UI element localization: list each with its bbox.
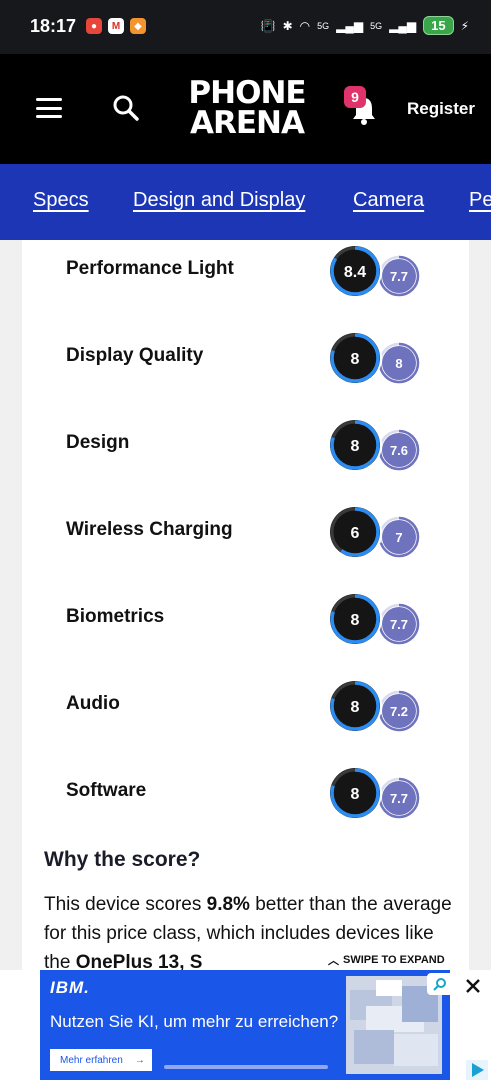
network-label-2: 5G	[370, 20, 383, 31]
rating-label: Performance Light	[66, 258, 234, 279]
review-scores-card: Performance Light 7.7 8.4 Display Quality 8 8…	[22, 240, 469, 1000]
signal-icon-2: ▂▄▆	[389, 18, 417, 33]
device-score-value: 8	[351, 786, 360, 803]
site-header: PHONE ARENA 9 Register	[0, 54, 491, 164]
arrow-right-icon: →	[134, 1054, 145, 1066]
device-score-badge: 8	[328, 418, 382, 472]
rating-label: Design	[66, 432, 130, 453]
device-score-value: 8	[351, 612, 360, 629]
section-tabs: Specs Design and Display Camera Pe	[0, 164, 491, 240]
device-score-badge: 8	[328, 331, 382, 385]
rating-label: Wireless Charging	[66, 519, 233, 540]
app-icon: ◆	[130, 18, 146, 34]
device-score-badge: 6	[328, 505, 382, 559]
ad-banner[interactable]: IBM. Nutzen Sie KI, um mehr zu erreichen…	[40, 970, 450, 1080]
screen: 18:17 ● M ◆ 📳 ✱ ◠ 5G ▂▄▆ 5G ▂▄▆ 15 ⚡ PHO…	[0, 0, 491, 1080]
charging-icon: ⚡	[460, 18, 469, 33]
average-score-value: 7.7	[390, 269, 408, 284]
ad-brand-logo: IBM.	[50, 978, 90, 997]
average-score-badge: 7.7	[378, 777, 420, 819]
average-score-badge: 7.7	[378, 255, 420, 297]
tab-design-and-display[interactable]: Design and Display	[133, 189, 305, 212]
device-score-value: 8	[351, 438, 360, 455]
rating-label: Audio	[66, 693, 120, 714]
rating-row: Wireless Charging 7 6	[22, 505, 469, 571]
rating-row: Performance Light 7.7 8.4	[22, 244, 469, 310]
logo-line-1: PHONE	[188, 75, 306, 111]
menu-icon[interactable]	[36, 98, 62, 118]
notification-badge: 9	[344, 86, 366, 108]
battery-level: 15	[423, 16, 454, 35]
why-score-title: Why the score?	[44, 848, 201, 871]
tab-camera[interactable]: Camera	[353, 189, 424, 212]
status-indicators: 📳 ✱ ◠ 5G ▂▄▆ 5G ▂▄▆ 15 ⚡	[261, 16, 469, 35]
ad-progress-bar	[164, 1065, 328, 1069]
why-text-prefix: This device scores	[44, 894, 207, 915]
average-score-value: 7.6	[390, 443, 408, 458]
device-score-badge: 8	[328, 679, 382, 733]
rating-label: Display Quality	[66, 345, 204, 366]
status-time: 18:17	[30, 16, 77, 36]
average-score-badge: 8	[378, 342, 420, 384]
swipe-label: SWIPE TO EXPAND	[343, 954, 445, 966]
rating-row: Biometrics 7.7 8	[22, 592, 469, 658]
tab-performance[interactable]: Pe	[469, 189, 491, 212]
signal-icon: ▂▄▆	[336, 18, 364, 33]
logo-line-2: ARENA	[190, 105, 305, 141]
ad-cta-label: Mehr erfahren	[60, 1054, 123, 1066]
average-score-badge: 7	[378, 516, 420, 558]
device-score-badge: 8.4	[328, 244, 382, 298]
ad-cta-button[interactable]: Mehr erfahren →	[50, 1049, 152, 1071]
device-score-badge: 8	[328, 766, 382, 820]
chrome-icon: ●	[86, 18, 102, 34]
average-score-badge: 7.6	[378, 429, 420, 471]
register-link[interactable]: Register	[407, 99, 475, 119]
vibrate-icon: 📳	[260, 18, 276, 33]
tab-specs[interactable]: Specs	[33, 189, 89, 212]
average-score-value: 7.7	[390, 617, 408, 632]
search-icon[interactable]	[112, 94, 140, 122]
average-score-value: 7.2	[390, 704, 408, 719]
rating-row: Display Quality 8 8	[22, 331, 469, 397]
ad-choices-icon[interactable]	[427, 973, 453, 995]
status-bar: 18:17 ● M ◆ 📳 ✱ ◠ 5G ▂▄▆ 5G ▂▄▆ 15 ⚡	[0, 0, 491, 54]
site-logo[interactable]: PHONE ARENA	[186, 78, 308, 142]
bluetooth-icon: ✱	[282, 18, 293, 33]
close-icon[interactable]	[464, 977, 482, 995]
chevron-up-icon: ︿	[328, 955, 339, 967]
average-score-value: 8	[395, 356, 402, 371]
device-score-value: 8.4	[344, 264, 366, 281]
device-score-value: 6	[351, 525, 360, 542]
average-score-value: 7	[395, 530, 402, 545]
swipe-to-expand[interactable]: ︿ SWIPE TO EXPAND	[324, 951, 449, 969]
average-score-badge: 7.2	[378, 690, 420, 732]
network-label: 5G	[317, 20, 330, 31]
device-score-badge: 8	[328, 592, 382, 646]
gmail-icon: M	[108, 18, 124, 34]
adchoices-play-icon[interactable]	[466, 1060, 488, 1080]
device-score-value: 8	[351, 699, 360, 716]
rating-row: Audio 7.2 8	[22, 679, 469, 745]
device-score-value: 8	[351, 351, 360, 368]
why-percent: 9.8%	[206, 894, 250, 915]
rating-label: Biometrics	[66, 606, 165, 627]
wifi-icon: ◠	[299, 18, 311, 33]
average-score-badge: 7.7	[378, 603, 420, 645]
status-app-icons: ● M ◆	[86, 18, 146, 34]
rating-row: Software 7.7 8	[22, 766, 469, 832]
rating-row: Design 7.6 8	[22, 418, 469, 484]
average-score-value: 7.7	[390, 791, 408, 806]
ad-headline: Nutzen Sie KI, um mehr zu erreichen?	[50, 1012, 339, 1031]
rating-label: Software	[66, 780, 147, 801]
